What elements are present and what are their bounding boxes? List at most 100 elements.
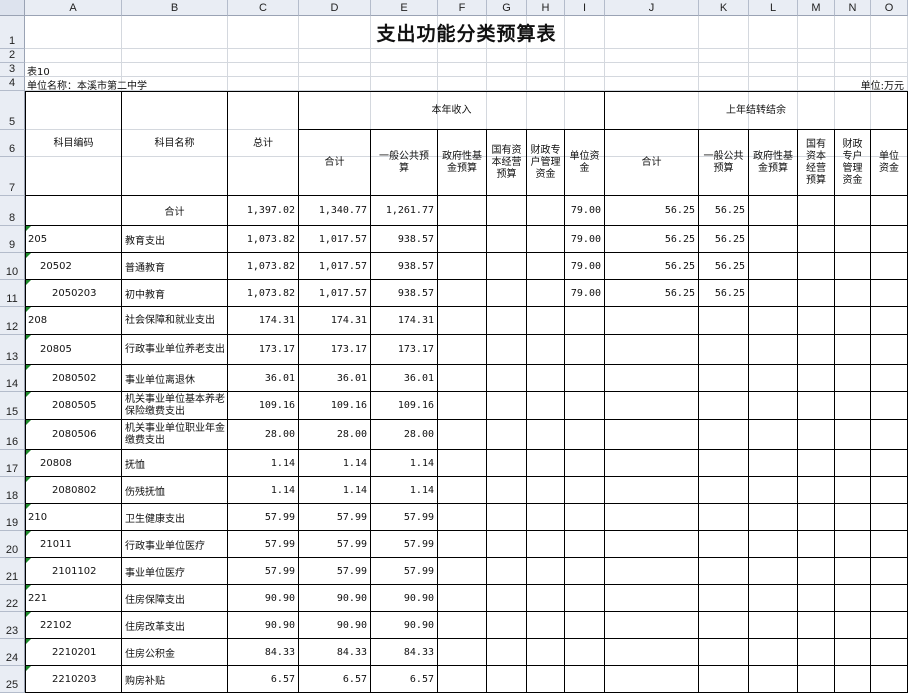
- cell-cur-special[interactable]: [527, 365, 565, 392]
- cell-cur-general[interactable]: 57.99: [371, 504, 438, 531]
- cell-total[interactable]: 174.31: [228, 307, 299, 335]
- column-header-k[interactable]: K: [699, 0, 749, 16]
- cell-pri-general[interactable]: [699, 420, 749, 450]
- cell-pri-fund[interactable]: [749, 253, 798, 280]
- cell-cur-unit[interactable]: [565, 307, 605, 335]
- cell-pri-state[interactable]: [798, 365, 835, 392]
- cell-cur-unit[interactable]: [565, 450, 605, 477]
- cell-cur-general[interactable]: 6.57: [371, 666, 438, 693]
- cell-cur-state[interactable]: [487, 531, 527, 558]
- cell-cur-fund[interactable]: [438, 531, 487, 558]
- table-number[interactable]: 表10: [25, 63, 371, 78]
- cell-cur-special[interactable]: [527, 504, 565, 531]
- cell-cur-unit[interactable]: [565, 666, 605, 693]
- cell-cur-state[interactable]: [487, 585, 527, 612]
- cell-cur-state[interactable]: [487, 253, 527, 280]
- row-header-9[interactable]: 9: [0, 226, 25, 253]
- header-pri-state[interactable]: 国有资本经营预算: [798, 130, 835, 196]
- cell-cur-special[interactable]: [527, 307, 565, 335]
- row-header-2[interactable]: 2: [0, 49, 25, 63]
- cell-cur-fund[interactable]: [438, 280, 487, 307]
- cell-cur-special[interactable]: [527, 196, 565, 226]
- cell-cur-total[interactable]: 57.99: [299, 504, 371, 531]
- cell-subject-name[interactable]: 普通教育: [122, 253, 228, 280]
- cell-pri-general[interactable]: [699, 531, 749, 558]
- cell-pri-general[interactable]: [699, 612, 749, 639]
- cell-cur-fund[interactable]: [438, 253, 487, 280]
- cell-total[interactable]: 1,073.82: [228, 226, 299, 253]
- select-all-corner[interactable]: [0, 0, 25, 16]
- cell-pri-total[interactable]: [605, 420, 699, 450]
- cell-total[interactable]: 1,073.82: [228, 253, 299, 280]
- cell-pri-unit[interactable]: [871, 392, 908, 420]
- cell-total[interactable]: 57.99: [228, 558, 299, 585]
- cell-pri-state[interactable]: [798, 612, 835, 639]
- cell-cur-special[interactable]: [527, 280, 565, 307]
- cell-cur-general[interactable]: 174.31: [371, 307, 438, 335]
- row-header-20[interactable]: 20: [0, 531, 25, 558]
- cell-code[interactable]: 208: [25, 307, 122, 335]
- cell-code[interactable]: 221: [25, 585, 122, 612]
- cell-total[interactable]: 1.14: [228, 477, 299, 504]
- row-header-12[interactable]: 12: [0, 307, 25, 335]
- cell-cur-total[interactable]: 57.99: [299, 558, 371, 585]
- cell-cur-total[interactable]: 28.00: [299, 420, 371, 450]
- cell-cur-general[interactable]: 938.57: [371, 253, 438, 280]
- cell-pri-total[interactable]: [605, 639, 699, 666]
- cell-subject-name[interactable]: 住房公积金: [122, 639, 228, 666]
- row-header-16[interactable]: 16: [0, 420, 25, 450]
- cell-cur-general[interactable]: 109.16: [371, 392, 438, 420]
- row-header-1[interactable]: 1: [0, 16, 25, 49]
- row-header-5[interactable]: 5: [0, 91, 25, 130]
- cell-pri-general[interactable]: 56.25: [699, 280, 749, 307]
- cell-pri-state[interactable]: [798, 477, 835, 504]
- cell-cur-special[interactable]: [527, 531, 565, 558]
- cell-total[interactable]: 1,073.82: [228, 280, 299, 307]
- cell-pri-fund[interactable]: [749, 558, 798, 585]
- cell-subject-name[interactable]: 机关事业单位职业年金缴费支出: [122, 420, 228, 450]
- cell-subject-name[interactable]: 合计: [122, 196, 228, 226]
- cell-pri-unit[interactable]: [871, 280, 908, 307]
- cell-subject-name[interactable]: 行政事业单位养老支出: [122, 335, 228, 365]
- cell-pri-special[interactable]: [835, 226, 871, 253]
- column-header-i[interactable]: I: [565, 0, 605, 16]
- cell-code[interactable]: 20808: [25, 450, 122, 477]
- cell-cur-special[interactable]: [527, 585, 565, 612]
- cell-pri-general[interactable]: [699, 504, 749, 531]
- cell-cur-state[interactable]: [487, 450, 527, 477]
- cell-cur-total[interactable]: 1,017.57: [299, 253, 371, 280]
- cell-cur-unit[interactable]: 79.00: [565, 253, 605, 280]
- cell-code[interactable]: 20502: [25, 253, 122, 280]
- column-header-j[interactable]: J: [605, 0, 699, 16]
- cell-pri-unit[interactable]: [871, 558, 908, 585]
- cell-pri-fund[interactable]: [749, 504, 798, 531]
- cell-pri-fund[interactable]: [749, 639, 798, 666]
- cell-pri-general[interactable]: [699, 666, 749, 693]
- cell-pri-total[interactable]: [605, 365, 699, 392]
- row-header-15[interactable]: 15: [0, 392, 25, 420]
- cell-cur-fund[interactable]: [438, 639, 487, 666]
- cell-cur-unit[interactable]: [565, 477, 605, 504]
- cell-pri-general[interactable]: [699, 450, 749, 477]
- header-cur-fund[interactable]: 政府性基金预算: [438, 130, 487, 196]
- cell-cur-state[interactable]: [487, 420, 527, 450]
- cell-pri-total[interactable]: [605, 612, 699, 639]
- cell-pri-total[interactable]: [605, 450, 699, 477]
- cell-pri-special[interactable]: [835, 558, 871, 585]
- cell-subject-name[interactable]: 卫生健康支出: [122, 504, 228, 531]
- cell-pri-fund[interactable]: [749, 335, 798, 365]
- cell-cur-state[interactable]: [487, 226, 527, 253]
- cell-cur-state[interactable]: [487, 307, 527, 335]
- cell-cur-special[interactable]: [527, 666, 565, 693]
- cell-cur-total[interactable]: 36.01: [299, 365, 371, 392]
- cell-cur-fund[interactable]: [438, 477, 487, 504]
- cell-pri-special[interactable]: [835, 253, 871, 280]
- cell-cur-total[interactable]: 90.90: [299, 585, 371, 612]
- cell-cur-total[interactable]: 90.90: [299, 612, 371, 639]
- header-cur-state[interactable]: 国有资本经营预算: [487, 130, 527, 196]
- column-header-f[interactable]: F: [438, 0, 487, 16]
- cell-cur-unit[interactable]: [565, 612, 605, 639]
- cell-cur-state[interactable]: [487, 280, 527, 307]
- cell-subject-name[interactable]: 社会保障和就业支出: [122, 307, 228, 335]
- cell-cur-fund[interactable]: [438, 420, 487, 450]
